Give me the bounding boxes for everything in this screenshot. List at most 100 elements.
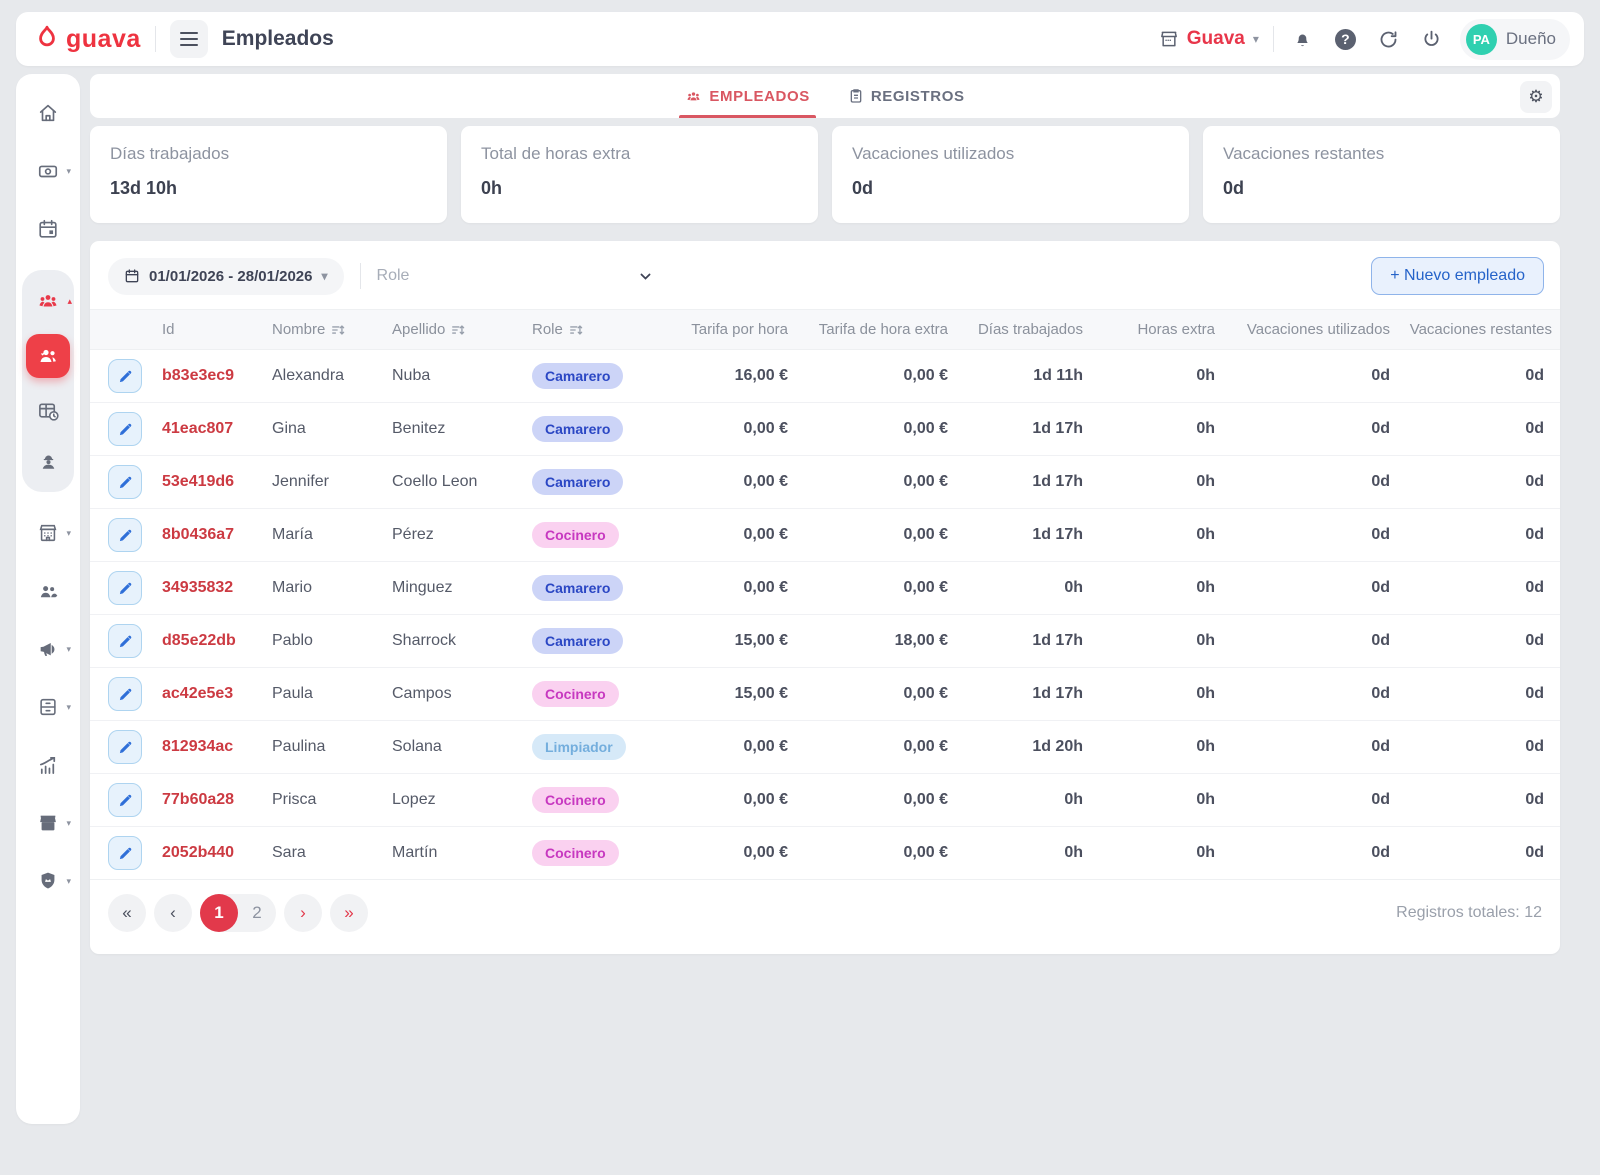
help-icon: ? — [1335, 29, 1356, 50]
tab-empleados-label: EMPLEADOS — [709, 88, 809, 105]
chevron-down-icon: ▾ — [66, 528, 71, 539]
edit-employee-button[interactable] — [108, 730, 142, 764]
employee-nombre: Sara — [264, 827, 384, 880]
help-button[interactable]: ? — [1331, 25, 1360, 54]
employee-vac-utilizados: 0d — [1223, 668, 1398, 721]
employee-dias: 1d 17h — [956, 456, 1091, 509]
stat-card-vacaciones-restantes: Vacaciones restantes 0d — [1203, 126, 1560, 223]
employee-horas-extra: 0h — [1091, 509, 1223, 562]
sidebar-item-employees-active[interactable] — [26, 334, 70, 378]
table-row: 41eac807 Gina Benitez Camarero 0,00 € 0,… — [90, 403, 1560, 456]
employee-vac-utilizados: 0d — [1223, 456, 1398, 509]
new-employee-button[interactable]: + Nuevo empleado — [1371, 257, 1544, 295]
chevron-up-icon: ▴ — [67, 296, 72, 307]
employee-dias: 1d 20h — [956, 721, 1091, 774]
employee-tarifa: 15,00 € — [674, 615, 796, 668]
sidebar-item-marketing[interactable]: ▾ — [37, 632, 59, 666]
employee-id-link[interactable]: 8b0436a7 — [162, 526, 234, 543]
stat-cards: Días trabajados 13d 10h Total de horas e… — [90, 126, 1560, 223]
col-tarifa: Tarifa por hora — [674, 310, 796, 350]
sidebar-item-home[interactable] — [37, 96, 59, 130]
employee-id-link[interactable]: 2052b440 — [162, 844, 234, 861]
chevron-down-icon: ▾ — [66, 818, 71, 829]
pencil-icon — [118, 528, 133, 543]
pagination-next-button[interactable]: › — [284, 894, 322, 932]
stat-label: Vacaciones utilizados — [852, 144, 1169, 164]
edit-employee-button[interactable] — [108, 518, 142, 552]
filter-bar: 01/01/2026 - 28/01/2026 ▾ Role + Nuevo e… — [90, 241, 1560, 309]
employee-id-link[interactable]: 34935832 — [162, 579, 233, 596]
employee-id-link[interactable]: 812934ac — [162, 738, 233, 755]
employee-id-link[interactable]: 77b60a28 — [162, 791, 234, 808]
employee-vac-restantes: 0d — [1398, 456, 1560, 509]
employee-horas-extra: 0h — [1091, 562, 1223, 615]
employee-vac-restantes: 0d — [1398, 827, 1560, 880]
sidebar-item-schedules[interactable] — [37, 394, 60, 428]
chevron-down-icon: ▾ — [321, 269, 327, 283]
role-badge: Cocinero — [532, 787, 619, 813]
pagination-first-button[interactable]: « — [108, 894, 146, 932]
col-nombre[interactable]: Nombre — [264, 310, 384, 350]
account-switcher-button[interactable]: Guava ▾ — [1159, 28, 1259, 50]
sidebar-item-payments[interactable]: ▾ — [37, 154, 59, 188]
col-role[interactable]: Role — [524, 310, 674, 350]
sidebar-item-team-toggle[interactable]: ▴ — [36, 284, 60, 318]
edit-employee-button[interactable] — [108, 359, 142, 393]
employee-horas-extra: 0h — [1091, 827, 1223, 880]
employee-tarifa-extra: 0,00 € — [796, 721, 956, 774]
employee-vac-utilizados: 0d — [1223, 774, 1398, 827]
logout-button[interactable] — [1417, 25, 1446, 54]
chart-growth-icon — [37, 754, 60, 777]
refresh-button[interactable] — [1374, 25, 1403, 54]
sidebar-item-staff[interactable] — [37, 444, 60, 478]
people-icon — [37, 580, 60, 603]
edit-employee-button[interactable] — [108, 571, 142, 605]
employee-apellido: Solana — [384, 721, 524, 774]
notifications-button[interactable] — [1288, 25, 1317, 54]
edit-employee-button[interactable] — [108, 624, 142, 658]
tab-empleados[interactable]: EMPLEADOS — [679, 74, 815, 118]
sidebar-item-calendar[interactable] — [37, 212, 59, 246]
pagination-page-1[interactable]: 1 — [200, 894, 238, 932]
employee-dias: 0h — [956, 562, 1091, 615]
divider — [1273, 26, 1274, 52]
edit-employee-button[interactable] — [108, 412, 142, 446]
sidebar-item-inventory[interactable]: ▾ — [37, 690, 59, 724]
edit-employee-button[interactable] — [108, 783, 142, 817]
menu-toggle-button[interactable] — [170, 20, 208, 58]
sidebar-item-company[interactable]: ▾ — [37, 516, 59, 550]
pagination-last-button[interactable]: » — [330, 894, 368, 932]
sidebar-item-store[interactable]: ▾ — [37, 806, 59, 840]
user-menu-button[interactable]: PA Dueño — [1460, 19, 1570, 60]
employee-tarifa-extra: 0,00 € — [796, 668, 956, 721]
employee-id-link[interactable]: 53e419d6 — [162, 473, 234, 490]
sidebar-item-customers[interactable] — [37, 574, 60, 608]
guava-logo-icon — [34, 24, 60, 54]
employee-id-link[interactable]: d85e22db — [162, 632, 236, 649]
col-apellido[interactable]: Apellido — [384, 310, 524, 350]
edit-employee-button[interactable] — [108, 836, 142, 870]
role-filter-select[interactable]: Role — [377, 267, 652, 285]
employee-id-link[interactable]: 41eac807 — [162, 420, 233, 437]
employee-id-link[interactable]: ac42e5e3 — [162, 685, 233, 702]
gear-icon: ⚙ — [1528, 87, 1543, 106]
sidebar-item-analytics[interactable] — [37, 748, 60, 782]
pagination-prev-button[interactable]: ‹ — [154, 894, 192, 932]
employee-nombre: Pablo — [264, 615, 384, 668]
sidebar-item-admin[interactable]: ▾ — [37, 864, 59, 898]
building-icon — [37, 522, 59, 544]
megaphone-icon — [37, 638, 59, 660]
employee-vac-utilizados: 0d — [1223, 615, 1398, 668]
pagination-page-2[interactable]: 2 — [238, 894, 276, 932]
edit-employee-button[interactable] — [108, 677, 142, 711]
settings-button[interactable]: ⚙ — [1520, 81, 1552, 113]
role-badge: Camarero — [532, 416, 623, 442]
tab-registros[interactable]: REGISTROS — [842, 74, 971, 118]
employee-id-link[interactable]: b83e3ec9 — [162, 367, 234, 384]
date-range-picker[interactable]: 01/01/2026 - 28/01/2026 ▾ — [108, 258, 344, 295]
table-row: 812934ac Paulina Solana Limpiador 0,00 €… — [90, 721, 1560, 774]
pagination-bar: « ‹ 1 2 › » Registros totales: 12 — [90, 880, 1560, 948]
sidebar: ▾ ▴ ▾ ▾ — [16, 74, 80, 1124]
table-row: ac42e5e3 Paula Campos Cocinero 15,00 € 0… — [90, 668, 1560, 721]
edit-employee-button[interactable] — [108, 465, 142, 499]
